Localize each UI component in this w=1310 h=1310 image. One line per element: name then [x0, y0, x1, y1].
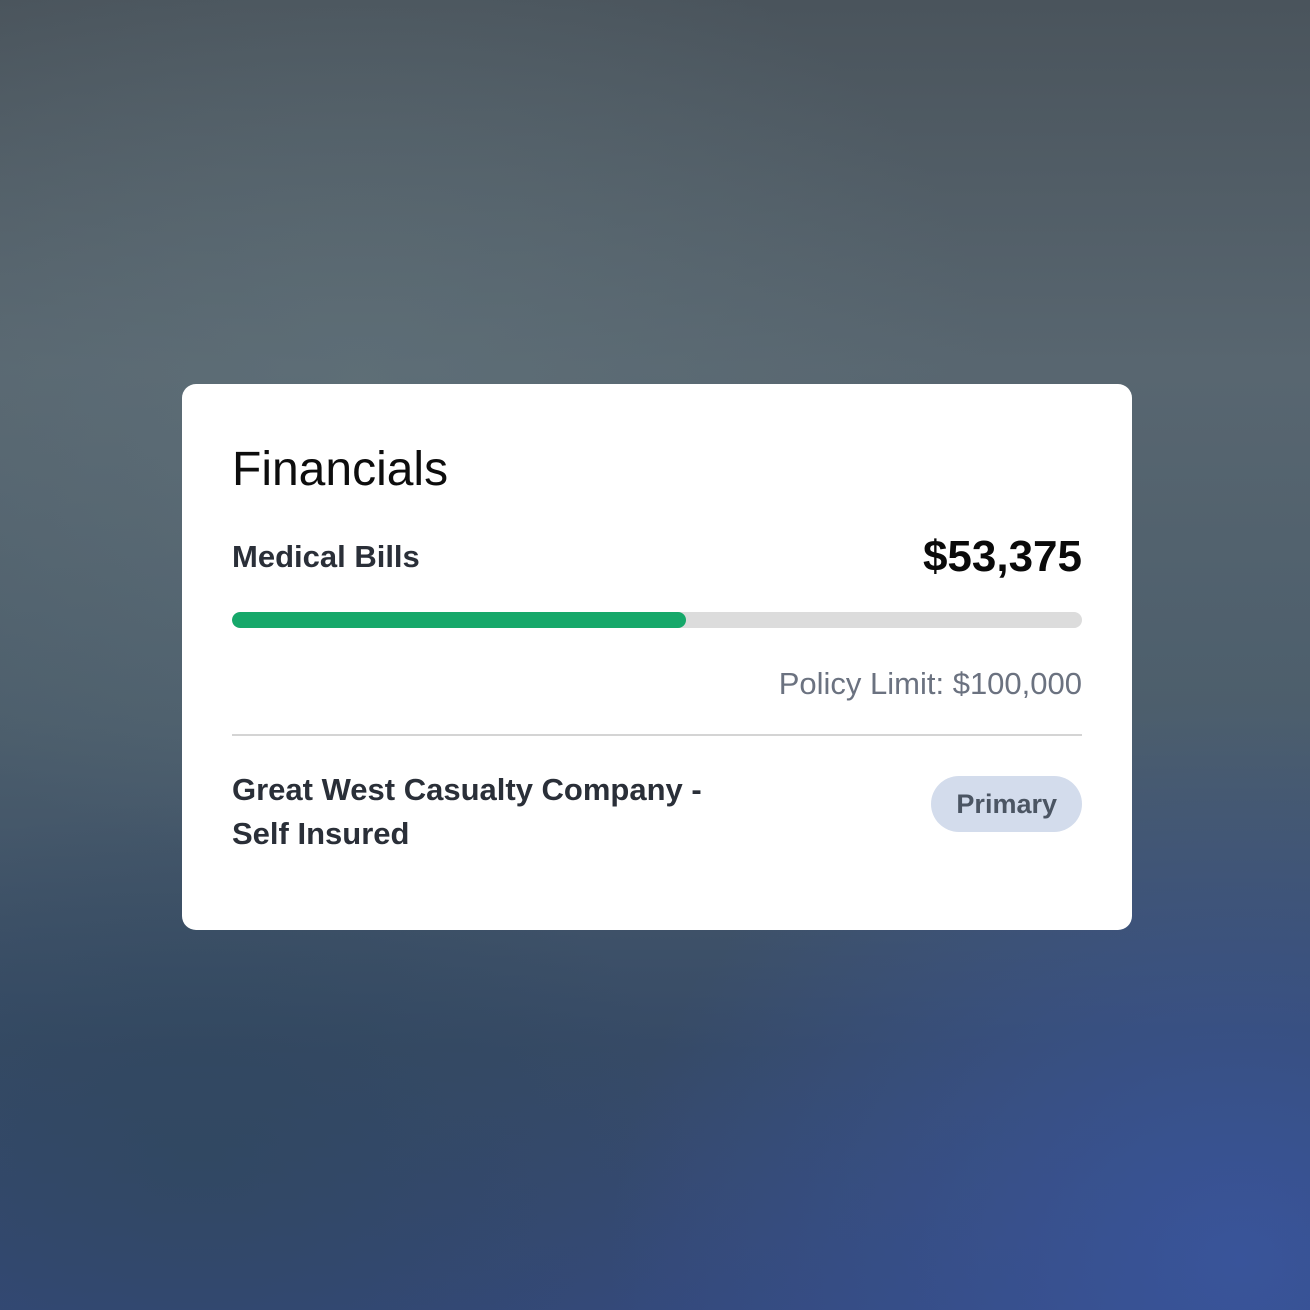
medical-bills-label: Medical Bills — [232, 539, 420, 574]
medical-bills-amount: $53,375 — [922, 532, 1082, 581]
primary-badge: Primary — [931, 776, 1082, 832]
financials-card: Financials Medical Bills $53,375 Policy … — [182, 384, 1132, 930]
policy-limit-text: Policy Limit: $100,000 — [778, 666, 1082, 701]
divider — [232, 734, 1082, 736]
insurer-name: Great West Casualty Company - Self Insur… — [232, 772, 702, 851]
card-title: Financials — [232, 443, 449, 496]
medical-bills-progress-bar — [232, 612, 1082, 628]
medical-bills-progress-fill — [232, 612, 686, 628]
